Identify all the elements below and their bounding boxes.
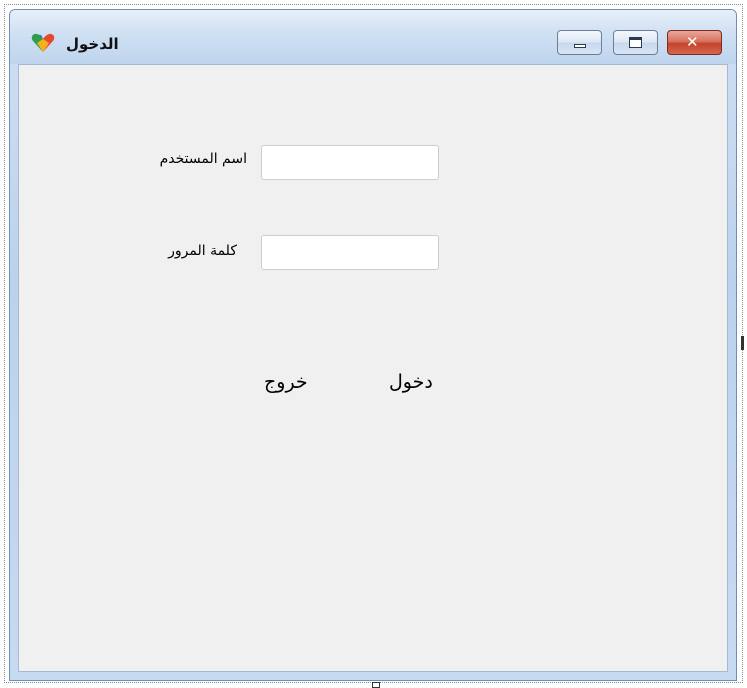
username-input[interactable] [261,145,439,180]
minimize-icon [574,44,586,48]
title-bar[interactable]: الدخول ✕ [10,10,736,64]
window-title: الدخول [66,35,119,53]
close-button[interactable]: ✕ [667,30,722,55]
form-client-area: اسم المستخدم كلمة المرور خروج دخول [18,64,728,672]
exit-button[interactable]: خروج [264,371,308,393]
login-window: الدخول ✕ اسم المستخدم كلمة المرور خروج د… [9,9,737,681]
app-heart-icon [31,33,55,52]
resize-handle-right[interactable] [741,336,744,350]
resize-handle-bottom[interactable] [372,682,380,688]
maximize-icon [629,37,642,48]
username-label: اسم المستخدم [159,151,247,167]
maximize-button[interactable] [613,30,658,55]
password-input[interactable] [261,235,439,270]
password-label: كلمة المرور [168,243,237,259]
minimize-button[interactable] [557,30,602,55]
close-icon: ✕ [686,33,699,51]
login-button[interactable]: دخول [389,371,433,393]
